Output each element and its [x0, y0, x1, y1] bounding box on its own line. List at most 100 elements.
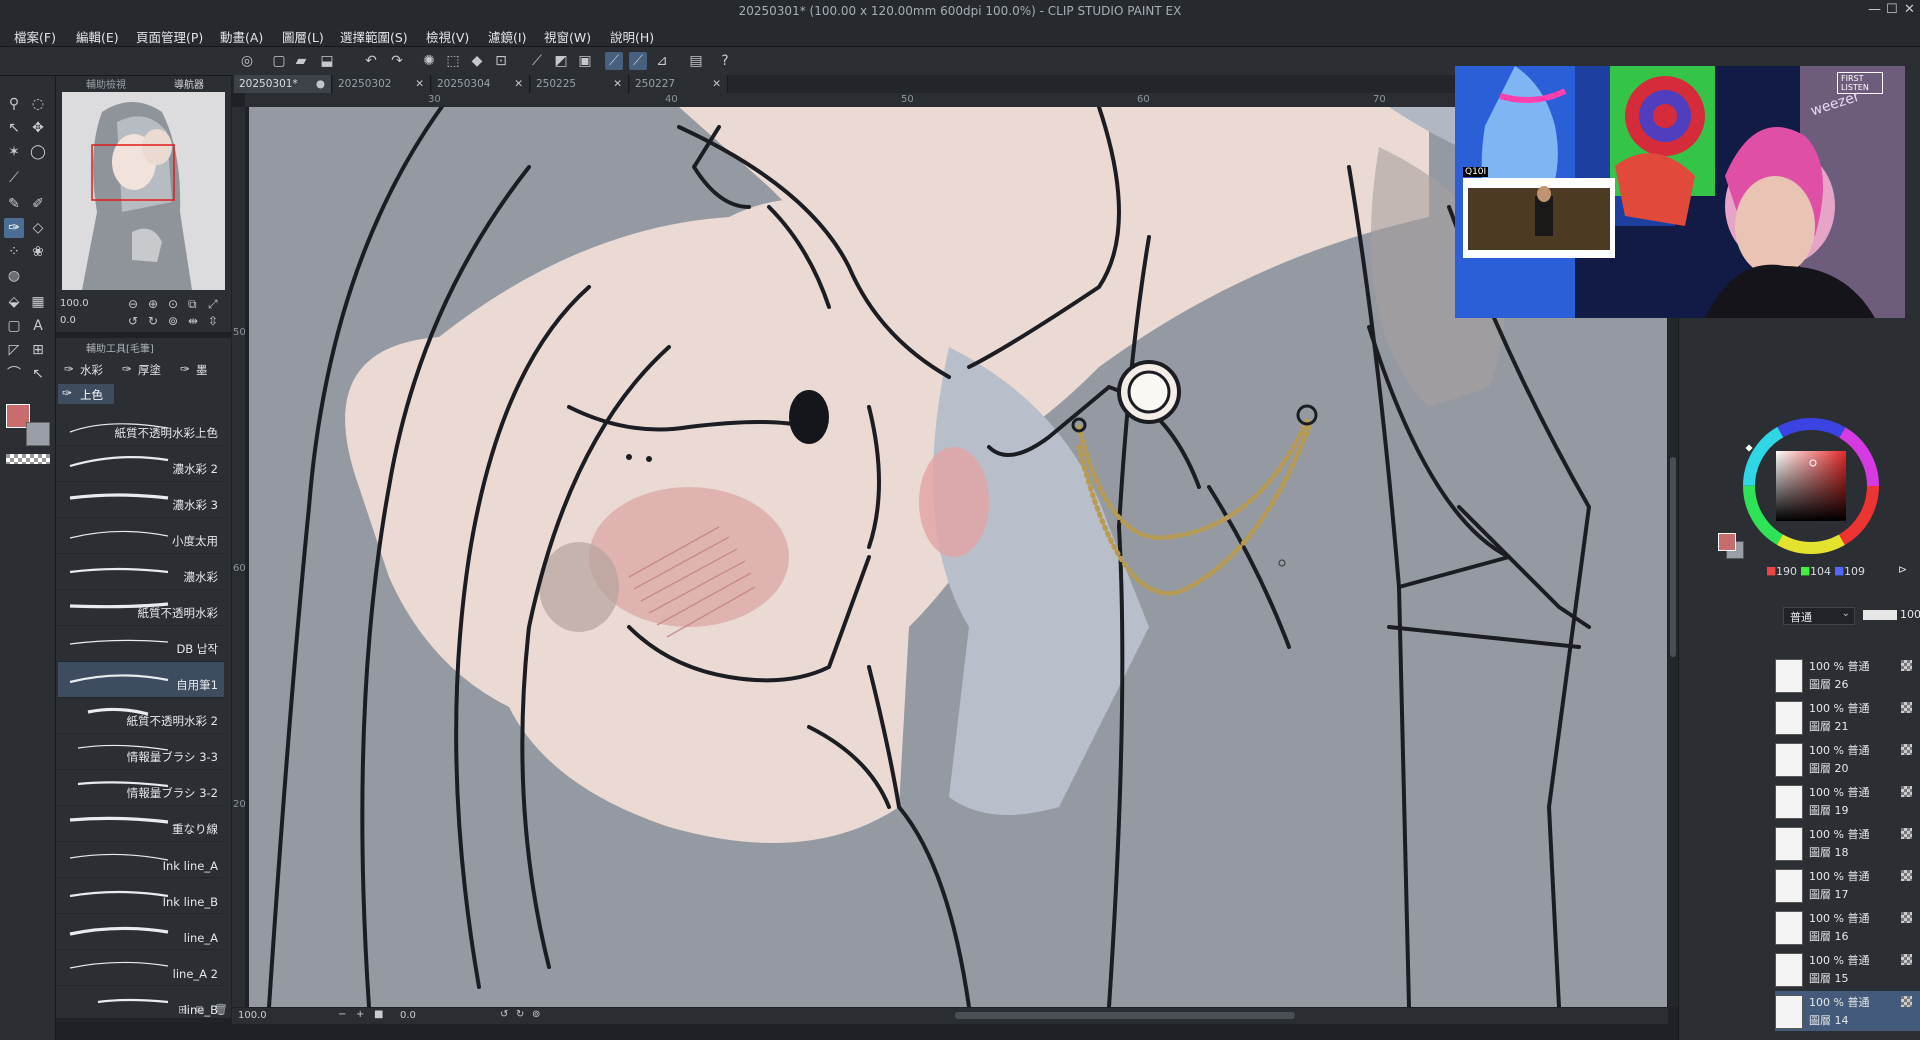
menu-animation[interactable]: 動畫(A) — [220, 27, 263, 46]
layer-row[interactable]: 100 % 普通 圖層 19 — [1775, 781, 1920, 821]
layer-mask-icon[interactable] — [1901, 870, 1912, 881]
delete-subtool-icon[interactable]: 🗑 — [214, 1003, 228, 1016]
layer-row[interactable]: 100 % 普通 圖層 16 — [1775, 907, 1920, 947]
gradient-tool-icon[interactable]: ▦ — [28, 292, 48, 312]
brush-item[interactable]: 情報量ブラシ 3-2 — [58, 770, 224, 806]
close-tab-icon[interactable]: ✕ — [415, 75, 424, 93]
brush-item[interactable]: 濃水彩 — [58, 554, 224, 590]
fit-window-icon[interactable]: ⤢ — [208, 297, 218, 312]
device-icon[interactable]: ▤ — [687, 52, 705, 70]
decoration-icon[interactable]: ❀ — [28, 242, 48, 262]
brush-item[interactable]: Ink line_B — [58, 878, 224, 914]
menu-edit[interactable]: 編輯(E) — [76, 27, 119, 46]
operation-icon[interactable]: ↖ — [4, 118, 24, 138]
brush-item[interactable]: line_A 2 — [58, 950, 224, 986]
save-icon[interactable]: ⬓ — [318, 52, 336, 70]
brush-icon[interactable]: ✑ — [4, 218, 24, 238]
tab-sub-view[interactable]: 輔助檢視 — [86, 76, 126, 91]
fill-icon[interactable]: ◆ — [468, 52, 486, 70]
layer-row[interactable]: 100 % 普通 圖層 26 — [1775, 655, 1920, 695]
balloon-icon[interactable]: ⊞ — [28, 340, 48, 360]
brush-item[interactable]: 濃水彩 2 — [58, 446, 224, 482]
navigator-zoom-value[interactable]: 100.0 — [60, 298, 89, 309]
correct-line-icon[interactable]: ⌒ — [4, 364, 24, 384]
menu-help[interactable]: 說明(H) — [610, 27, 654, 46]
color-main-swatch[interactable] — [1718, 533, 1736, 551]
layer-row[interactable]: 100 % 普通 圖層 21 — [1775, 697, 1920, 737]
menu-window[interactable]: 視窗(W) — [544, 27, 591, 46]
eraser-icon[interactable]: ◇ — [28, 218, 48, 238]
minimize-button[interactable]: — — [1868, 2, 1881, 17]
close-tab-icon[interactable]: ✕ — [514, 75, 523, 93]
transform-icon[interactable]: ⊡ — [492, 52, 510, 70]
redo-icon[interactable]: ↷ — [388, 52, 406, 70]
doc-tab[interactable]: 250227 ✕ — [630, 75, 728, 93]
app-icon[interactable]: ◎ — [238, 52, 256, 70]
subtool-group-selected[interactable]: ✑ 上色 — [58, 384, 114, 404]
menu-page[interactable]: 頁面管理(P) — [136, 27, 203, 46]
layer-row[interactable]: 100 % 普通 圖層 18 — [1775, 823, 1920, 863]
canvas-zoom-in-icon[interactable]: + — [356, 1009, 364, 1020]
layer-mask-icon[interactable] — [1901, 660, 1912, 671]
color-wheel[interactable] — [1736, 411, 1886, 561]
blend-icon[interactable]: ◍ — [4, 266, 24, 286]
gradient-icon[interactable]: ◩ — [552, 52, 570, 70]
layer-mask-icon[interactable] — [1901, 744, 1912, 755]
brush-item[interactable]: 紙質不透明水彩 2 — [58, 698, 224, 734]
menu-filter[interactable]: 濾鏡(I) — [488, 27, 526, 46]
horizontal-scrollbar[interactable] — [955, 1012, 1295, 1019]
open-folder-icon[interactable]: ▰ — [292, 52, 310, 70]
tab-watercolor[interactable]: 水彩 — [80, 362, 103, 378]
blend-mode-select[interactable]: 普通 ⌄ — [1783, 607, 1855, 625]
canvas-fit-icon[interactable]: ■ — [374, 1009, 383, 1020]
canvas-zoom-out-icon[interactable]: − — [338, 1009, 346, 1020]
frame-icon[interactable]: ▣ — [576, 52, 594, 70]
snap-special-icon[interactable]: ⟋ — [629, 52, 647, 70]
brush-item[interactable]: 濃水彩 3 — [58, 482, 224, 518]
transparent-color-swatch[interactable] — [6, 454, 50, 464]
zoom-icon[interactable]: ⚲ — [4, 94, 24, 114]
brush-item[interactable]: DB 납작 — [58, 626, 224, 662]
pen-icon[interactable]: ✎ — [4, 194, 24, 214]
menu-selection[interactable]: 選擇範圍(S) — [340, 27, 408, 46]
layer-row[interactable]: 100 % 普通 圖層 17 — [1775, 865, 1920, 905]
pencil-icon[interactable]: ✐ — [28, 194, 48, 214]
new-subtool-icon[interactable]: ⊞ — [178, 1003, 187, 1016]
menu-view[interactable]: 檢視(V) — [426, 27, 469, 46]
brush-item[interactable]: Ink line_A — [58, 842, 224, 878]
close-tab-icon[interactable]: ✕ — [712, 75, 721, 93]
tab-navigator[interactable]: 導航器 — [174, 76, 204, 91]
ruler-icon[interactable]: ⟋ — [528, 52, 546, 70]
opacity-value[interactable]: 100 — [1900, 608, 1920, 621]
brush-item[interactable]: 自用筆1 — [58, 662, 224, 698]
select-icon[interactable]: ⬚ — [444, 52, 462, 70]
canvas-reset-rotate-icon[interactable]: ⊚ — [532, 1009, 540, 1020]
flip-v-icon[interactable]: ⇳ — [208, 314, 218, 328]
doc-tab[interactable]: 250225 ✕ — [531, 75, 629, 93]
fill-bucket-icon[interactable]: ⬙ — [4, 292, 24, 312]
doc-tab[interactable]: 20250302 ✕ — [333, 75, 431, 93]
figure-icon[interactable]: ▢ — [4, 316, 24, 336]
undo-icon[interactable]: ↶ — [362, 52, 380, 70]
reset-rotation-icon[interactable]: ⊚ — [168, 314, 178, 328]
copy-subtool-icon[interactable]: ⧉ — [196, 1003, 204, 1017]
airbrush-icon[interactable]: ⁘ — [4, 242, 24, 262]
help-icon[interactable]: ? — [716, 52, 734, 70]
frame-border-icon[interactable]: ◸ — [4, 340, 24, 360]
layer-row[interactable]: 100 % 普通 圖層 15 — [1775, 949, 1920, 989]
tab-thick-paint[interactable]: 厚塗 — [138, 362, 161, 378]
canvas-rotate-right-icon[interactable]: ↻ — [516, 1009, 524, 1020]
opacity-slider[interactable] — [1863, 610, 1897, 620]
text-icon[interactable]: A — [28, 316, 48, 336]
lasso-select-icon[interactable]: ◯ — [28, 142, 48, 162]
canvas-zoom-value[interactable]: 100.0 — [238, 1010, 267, 1021]
rotate-right-icon[interactable]: ↻ — [148, 314, 158, 328]
close-tab-icon[interactable]: ● — [316, 75, 325, 93]
brush-item[interactable]: 紙質不透明水彩上色 — [58, 410, 224, 446]
menu-layer[interactable]: 圖層(L) — [282, 27, 324, 46]
close-tab-icon[interactable]: ✕ — [613, 75, 622, 93]
layer-mask-icon[interactable] — [1901, 954, 1912, 965]
menu-file[interactable]: 檔案(F) — [14, 27, 56, 46]
layer-mask-icon[interactable] — [1901, 702, 1912, 713]
canvas-rotate-left-icon[interactable]: ↺ — [500, 1009, 508, 1020]
